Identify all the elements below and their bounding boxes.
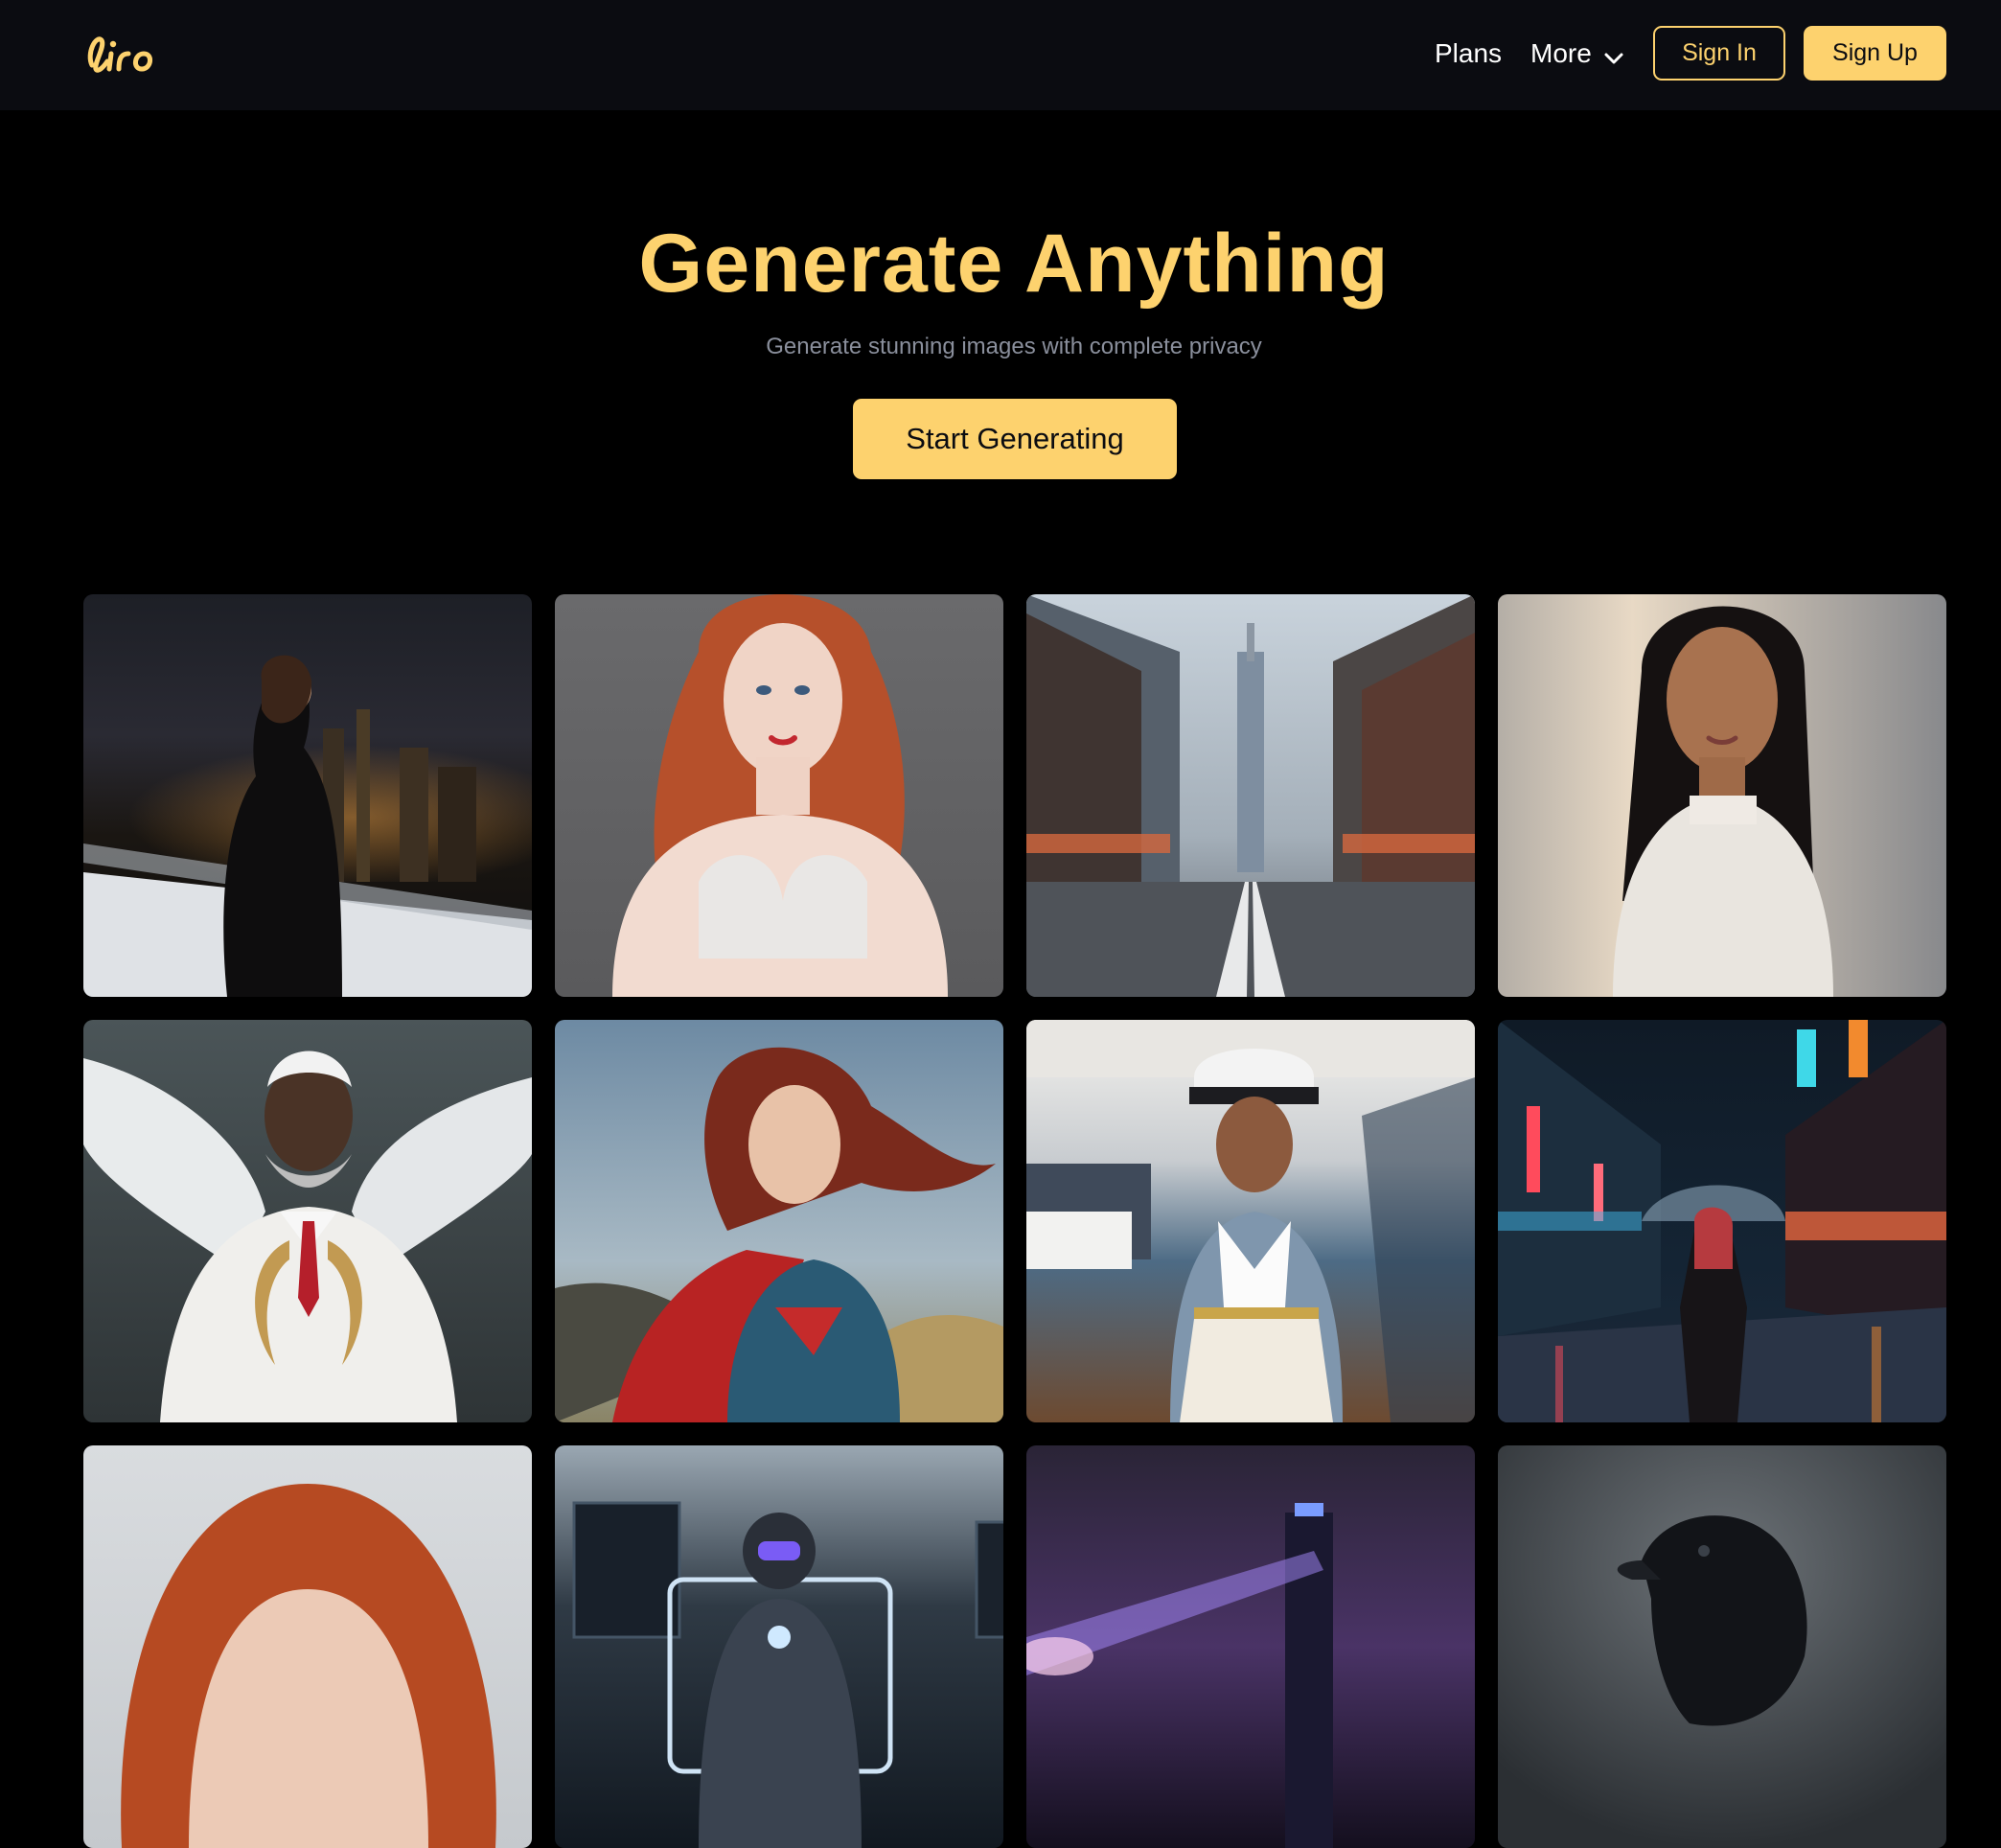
gallery-image-captain-woman-yacht[interactable] [1026, 1020, 1475, 1422]
nav-more-label: More [1530, 38, 1592, 68]
liro-logo-icon [87, 36, 152, 73]
gallery-image-raven[interactable] [1498, 1445, 1946, 1848]
gallery-image-superhero-woman[interactable] [555, 1020, 1003, 1422]
gallery-image-red-haired-woman-closeup[interactable] [83, 1445, 532, 1848]
chevron-down-icon [1601, 41, 1626, 66]
liro-logo[interactable] [82, 25, 169, 82]
start-generating-button[interactable]: Start Generating [853, 399, 1177, 479]
hero-title: Generate Anything [638, 218, 1390, 310]
hero-subtitle: Generate stunning images with complete p… [766, 334, 1262, 359]
gallery-image-angel-man-white-suit[interactable] [83, 1020, 532, 1422]
top-navigation-bar: Plans More Sign In Sign Up [0, 0, 2001, 110]
gallery-image-neon-tower-laser[interactable] [1026, 1445, 1475, 1848]
gallery-image-woman-umbrella-neon-street[interactable] [1498, 1020, 1946, 1422]
nav-plans-link[interactable]: Plans [1435, 33, 1502, 75]
gallery-image-city-street-tower[interactable] [1026, 594, 1475, 997]
gallery-image-woman-rooftop-city-night[interactable] [83, 594, 532, 997]
image-gallery [83, 594, 1947, 1848]
gallery-image-robot-lab[interactable] [555, 1445, 1003, 1848]
gallery-image-red-haired-woman[interactable] [555, 594, 1003, 997]
nav-more-dropdown[interactable]: More [1530, 33, 1626, 75]
gallery-image-woman-white-top[interactable] [1498, 594, 1946, 997]
sign-up-button[interactable]: Sign Up [1804, 26, 1946, 81]
sign-in-button[interactable]: Sign In [1653, 26, 1785, 81]
